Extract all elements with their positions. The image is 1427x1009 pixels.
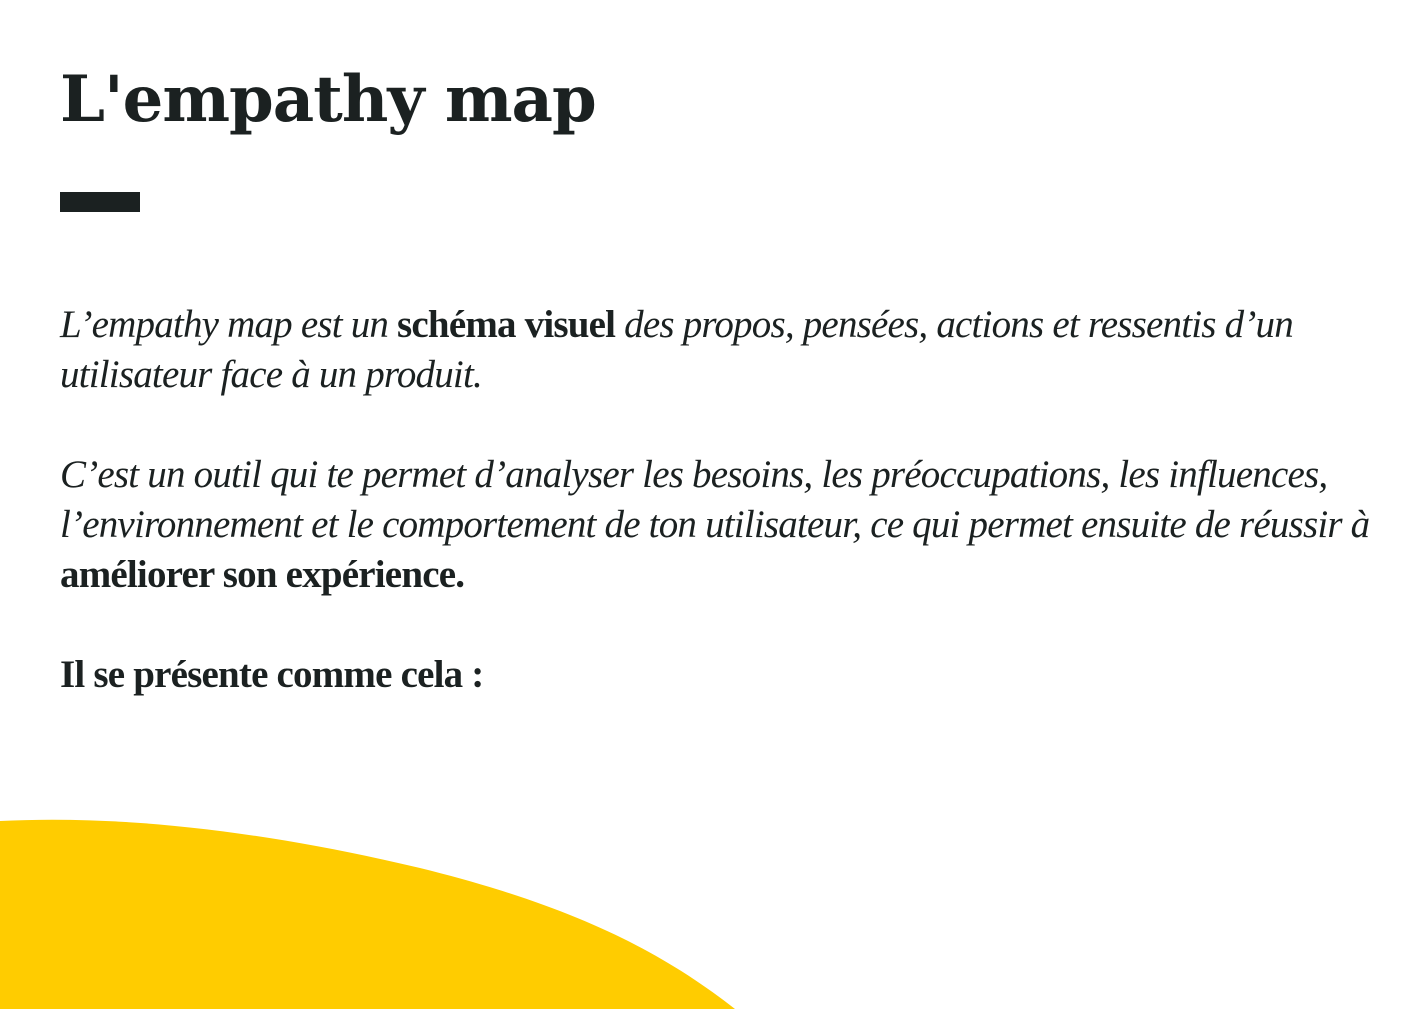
intro-text-start: L’empathy map est un (60, 303, 398, 346)
body-content: L’empathy map est un schéma visuel des p… (60, 300, 1380, 750)
decorative-yellow-shape (0, 819, 735, 1009)
purpose-text-start: C’est un outil qui te permet d’analyser … (60, 453, 1370, 546)
closing-line: Il se présente comme cela : (60, 653, 484, 696)
intro-text-emphasis: schéma visuel (397, 303, 616, 346)
yellow-shape-path (0, 819, 735, 1009)
title-underline-bar (60, 192, 140, 212)
intro-paragraph: L’empathy map est un schéma visuel des p… (60, 300, 1380, 400)
purpose-text-emphasis: améliorer son expérience. (60, 553, 465, 596)
purpose-paragraph: C’est un outil qui te permet d’analyser … (60, 450, 1380, 600)
page-title: L'empathy map (60, 62, 597, 137)
